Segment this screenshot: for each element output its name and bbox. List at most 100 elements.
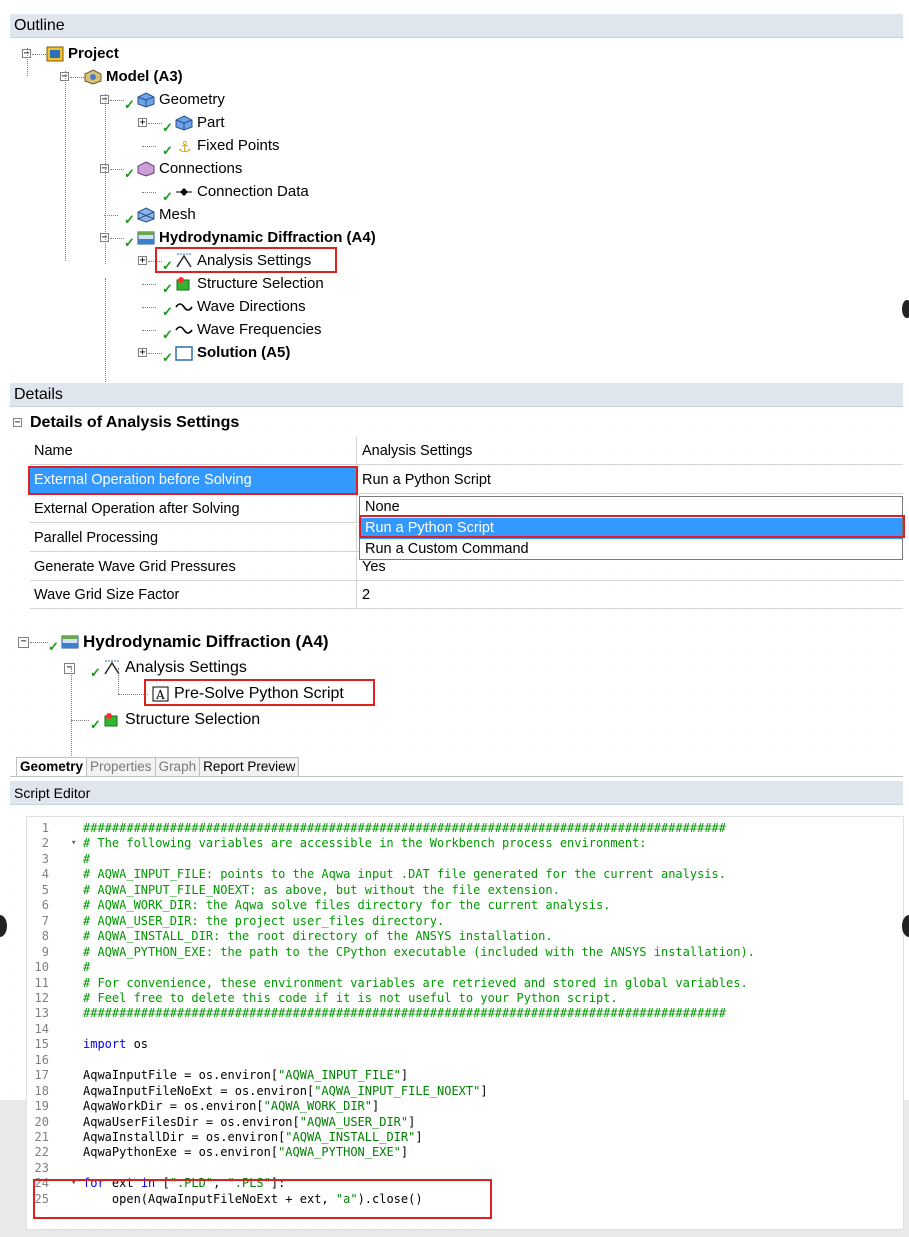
code-line[interactable]: 19 AqwaWorkDir = os.environ["AQWA_WORK_DI… bbox=[27, 1099, 380, 1114]
tab-report-preview[interactable]: Report Preview bbox=[199, 757, 300, 776]
tree-item-label: Project bbox=[68, 45, 119, 62]
code-text: # AQWA_WORK_DIR: the Aqwa solve files di… bbox=[83, 898, 611, 913]
tree-item-connection-data[interactable]: ✓ Connection Data bbox=[162, 181, 309, 204]
code-line[interactable]: 18 AqwaInputFileNoExt = os.environ["AQWA_… bbox=[27, 1084, 488, 1099]
tree-connector bbox=[30, 642, 48, 643]
code-line[interactable]: 2 # The following variables are accessibl… bbox=[27, 836, 647, 851]
tree-item-label: Geometry bbox=[159, 91, 225, 108]
code-line[interactable]: 10 # bbox=[27, 960, 91, 975]
line-number: 20 bbox=[34, 1114, 49, 1129]
expand-icon[interactable]: + bbox=[138, 256, 147, 266]
line-number: 17 bbox=[34, 1068, 49, 1083]
code-line[interactable]: 6 # AQWA_WORK_DIR: the Aqwa solve files d… bbox=[27, 898, 611, 913]
details-row-label: Wave Grid Size Factor bbox=[30, 581, 357, 609]
code-line[interactable]: 14 bbox=[27, 1022, 83, 1037]
check-icon: ✓ bbox=[124, 166, 135, 181]
code-line[interactable]: 23 bbox=[27, 1161, 83, 1176]
tree-connector bbox=[71, 668, 72, 768]
tree-item-part[interactable]: ✓ Part bbox=[162, 112, 225, 135]
details-row-wave-grid-size-factor[interactable]: Wave Grid Size Factor 2 bbox=[30, 581, 903, 609]
code-line[interactable]: 4 # AQWA_INPUT_FILE: points to the Aqwa i… bbox=[27, 867, 726, 882]
tree-item-label: Wave Frequencies bbox=[197, 321, 322, 338]
tree-item-connections[interactable]: ✓ Connections bbox=[124, 158, 242, 181]
tree-item-wave-directions[interactable]: ✓ Wave Directions bbox=[162, 296, 306, 319]
tree-connector bbox=[110, 238, 124, 239]
wavefreq-icon bbox=[175, 322, 193, 338]
tab-geometry[interactable]: Geometry bbox=[16, 757, 88, 776]
code-line[interactable]: 1 #######################################… bbox=[27, 821, 726, 836]
dropdown-option-custom-command[interactable]: Run a Custom Command bbox=[360, 539, 902, 560]
tree-connector bbox=[142, 192, 156, 193]
code-text: AqwaWorkDir = os.environ["AQWA_WORK_DIR"… bbox=[83, 1099, 380, 1114]
expand-icon[interactable]: + bbox=[138, 118, 147, 128]
collapse-icon[interactable]: − bbox=[64, 663, 75, 674]
script-editor[interactable]: 1 #######################################… bbox=[26, 816, 904, 1230]
check-icon: ✓ bbox=[162, 350, 173, 365]
tree2-item-structure-selection[interactable]: ✓ Structure Selection bbox=[90, 707, 260, 733]
line-number: 15 bbox=[34, 1037, 49, 1052]
tree-item-mesh[interactable]: ✓ Mesh bbox=[124, 204, 196, 227]
line-number: 5 bbox=[41, 882, 49, 897]
tree-item-wave-frequencies[interactable]: ✓ Wave Frequencies bbox=[162, 319, 322, 342]
code-line[interactable]: 16 bbox=[27, 1053, 83, 1068]
string-literal: "AQWA_INPUT_FILE_NOEXT" bbox=[314, 1083, 481, 1098]
code-line[interactable]: 21 AqwaInstallDir = os.environ["AQWA_INST… bbox=[27, 1130, 423, 1145]
fold-icon[interactable]: ▾ bbox=[71, 838, 76, 848]
details-row-label: Parallel Processing bbox=[30, 524, 357, 552]
collapse-icon[interactable]: − bbox=[18, 637, 29, 648]
line-number: 10 bbox=[34, 960, 49, 975]
tree-item-geometry[interactable]: ✓ Geometry bbox=[124, 89, 225, 112]
tree-item-structure-selection[interactable]: ✓ Structure Selection bbox=[162, 273, 324, 296]
code-line[interactable]: 3 # bbox=[27, 852, 90, 867]
tree-connector bbox=[142, 284, 156, 285]
check-icon: ✓ bbox=[124, 235, 135, 250]
tab-properties[interactable]: Properties bbox=[86, 757, 156, 776]
hydro-icon bbox=[137, 230, 155, 246]
details-row-value[interactable]: Run a Python Script bbox=[357, 466, 903, 494]
string-literal: "AQWA_INSTALL_DIR" bbox=[285, 1130, 416, 1144]
left-edge-handle bbox=[0, 915, 7, 937]
code-text: # AQWA_PYTHON_EXE: the path to the CPyth… bbox=[83, 944, 755, 959]
conndata-icon bbox=[175, 184, 193, 200]
code-line[interactable]: 5 # AQWA_INPUT_FILE_NOEXT: as above, but … bbox=[27, 883, 560, 898]
line-number: 1 bbox=[41, 821, 49, 835]
code-text: # bbox=[83, 851, 91, 866]
line-number: 11 bbox=[34, 975, 49, 990]
tree2-item-label: Structure Selection bbox=[125, 711, 261, 728]
wavedir-icon bbox=[175, 299, 193, 315]
structure-icon bbox=[175, 276, 193, 292]
tree-connector bbox=[148, 353, 162, 354]
tree-connector bbox=[118, 668, 119, 694]
tree-item-label: Wave Directions bbox=[197, 298, 306, 315]
code-text: # AQWA_INSTALL_DIR: the root directory o… bbox=[83, 929, 553, 944]
tree-connector bbox=[27, 48, 28, 76]
code-line[interactable]: 9 # AQWA_PYTHON_EXE: the path to the CPyt… bbox=[27, 945, 755, 960]
line-number: 2 bbox=[41, 836, 49, 851]
code-line[interactable]: 22 AqwaPythonExe = os.environ["AQWA_PYTHO… bbox=[27, 1145, 409, 1160]
tree2-item-analysis-settings[interactable]: ✓ Analysis Settings bbox=[90, 655, 247, 681]
code-line[interactable]: 11 # For convenience, these environment v… bbox=[27, 976, 748, 991]
code-line[interactable]: 8 # AQWA_INSTALL_DIR: the root directory … bbox=[27, 929, 553, 944]
collapse-icon[interactable]: − bbox=[13, 418, 22, 428]
tree2-item-hydrodynamic-diffraction-a4[interactable]: ✓ Hydrodynamic Diffraction (A4) bbox=[48, 629, 329, 655]
tree-item-fixed-points[interactable]: ✓ ⚓ Fixed Points bbox=[162, 135, 280, 158]
tree-item-solution-a5[interactable]: ✓ Solution (A5) bbox=[162, 342, 290, 365]
hydro-icon bbox=[61, 634, 79, 650]
details-row-name[interactable]: Name Analysis Settings bbox=[30, 437, 903, 465]
expand-icon[interactable]: + bbox=[138, 348, 147, 358]
tree-connector bbox=[142, 307, 156, 308]
code-line[interactable]: 15 import os bbox=[27, 1037, 149, 1052]
tree-item-project[interactable]: Project bbox=[46, 43, 119, 65]
code-line[interactable]: 20 AqwaUserFilesDir = os.environ["AQWA_US… bbox=[27, 1114, 416, 1130]
tab-graph[interactable]: Graph bbox=[154, 757, 201, 776]
tree-item-hydrodynamic-diffraction-a4[interactable]: ✓ Hydrodynamic Diffraction (A4) bbox=[124, 227, 376, 250]
code-line[interactable]: 7 # AQWA_USER_DIR: the project user_files… bbox=[27, 914, 444, 929]
tree-item-model-a3[interactable]: Model (A3) bbox=[84, 66, 183, 88]
code-line[interactable]: 12 # Feel free to delete this code if it … bbox=[27, 991, 618, 1006]
code-line[interactable]: 13 ######################################… bbox=[27, 1006, 726, 1021]
connections-icon bbox=[137, 161, 155, 177]
tree-item-label: Structure Selection bbox=[197, 275, 324, 292]
code-line[interactable]: 17 AqwaInputFile = os.environ["AQWA_INPUT… bbox=[27, 1068, 409, 1083]
tree-connector bbox=[70, 77, 84, 78]
